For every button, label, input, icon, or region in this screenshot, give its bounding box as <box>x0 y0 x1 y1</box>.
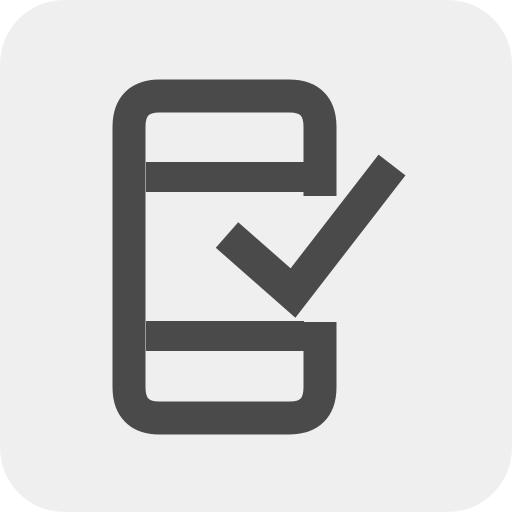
mobile-check-icon <box>0 0 512 512</box>
phone-bottom-band <box>146 321 304 351</box>
phone-top-band <box>146 162 304 192</box>
app-icon-tile[interactable] <box>0 0 512 512</box>
